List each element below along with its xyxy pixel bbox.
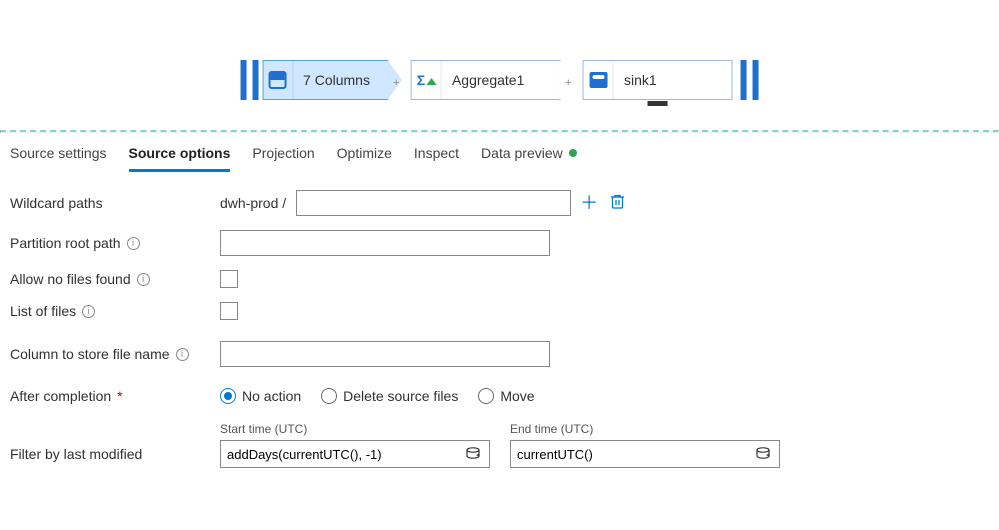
info-icon[interactable]: i [127,237,140,250]
wildcard-paths-label: Wildcard paths [10,195,220,211]
filter-modified-label: Filter by last modified [10,446,142,462]
required-asterisk: * [117,388,122,404]
radio-dot-icon [478,388,494,404]
delete-path-icon[interactable] [607,193,627,213]
status-dot-icon [569,149,577,157]
radio-move[interactable]: Move [478,388,534,404]
end-time-input[interactable] [511,447,747,462]
data-flow-canvas[interactable]: 7 Columns + Σ Aggregate1 + sink1 [0,0,999,130]
expression-builder-icon[interactable] [747,447,779,461]
expression-builder-icon[interactable] [457,447,489,461]
aggregate-icon: Σ [417,72,436,88]
tab-source-settings[interactable]: Source settings [10,145,107,172]
radio-delete-source[interactable]: Delete source files [321,388,458,404]
start-time-expression-box[interactable] [220,440,490,468]
sink-handle[interactable] [648,101,668,106]
source-node[interactable]: 7 Columns [262,60,389,100]
radio-no-action-label: No action [242,388,301,404]
add-branch-icon[interactable]: + [393,77,399,89]
partition-root-label: Partition root path [10,235,121,251]
radio-dot-icon [321,388,337,404]
radio-delete-source-label: Delete source files [343,388,458,404]
tab-source-options[interactable]: Source options [129,145,231,172]
radio-no-action[interactable]: No action [220,388,301,404]
column-store-label: Column to store file name [10,346,170,362]
partition-root-input[interactable] [220,230,550,256]
aggregate-node-label: Aggregate1 [442,72,542,88]
source-node-label: 7 Columns [293,72,388,88]
info-icon[interactable]: i [176,348,189,361]
after-completion-label: After completion [10,388,111,404]
source-icon [269,71,287,89]
aggregate-node[interactable]: Σ Aggregate1 [411,60,561,100]
wildcard-prefix: dwh-prod / [220,195,286,211]
radio-move-label: Move [500,388,534,404]
column-store-input[interactable] [220,341,550,367]
end-time-expression-box[interactable] [510,440,780,468]
tabs-row: Source settings Source options Projectio… [0,133,999,172]
start-time-caption: Start time (UTC) [220,422,490,436]
allow-no-files-checkbox[interactable] [220,270,238,288]
add-path-icon[interactable]: ＋ [579,194,599,212]
tab-inspect[interactable]: Inspect [414,145,459,172]
info-icon[interactable]: i [137,273,150,286]
add-branch-icon[interactable]: + [565,77,571,89]
tab-projection[interactable]: Projection [252,145,314,172]
start-time-input[interactable] [221,447,457,462]
list-of-files-checkbox[interactable] [220,302,238,320]
end-time-caption: End time (UTC) [510,422,780,436]
tab-data-preview[interactable]: Data preview [481,145,577,172]
list-of-files-label: List of files [10,303,76,319]
tab-optimize[interactable]: Optimize [337,145,392,172]
tab-data-preview-label: Data preview [481,145,563,161]
allow-no-files-label: Allow no files found [10,271,131,287]
radio-dot-icon [220,388,236,404]
sink-node-label: sink1 [614,72,675,88]
sink-icon [589,72,607,88]
wildcard-path-input[interactable] [296,190,571,216]
after-completion-radio-group: No action Delete source files Move [220,388,535,404]
source-options-form: Wildcard paths dwh-prod / ＋ Partition ro… [0,172,999,502]
info-icon[interactable]: i [82,305,95,318]
sink-node[interactable]: sink1 [583,60,733,100]
